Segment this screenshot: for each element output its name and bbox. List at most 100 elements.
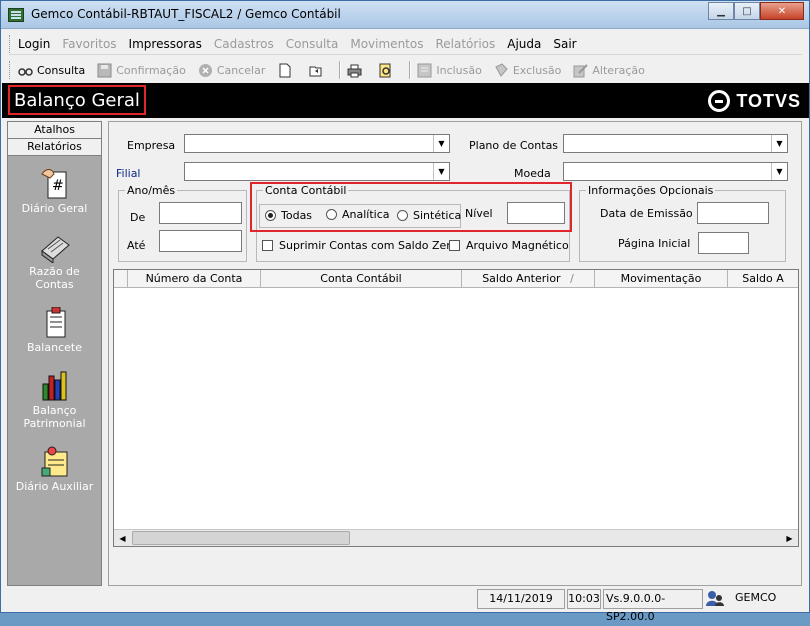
ate-label: Até bbox=[127, 239, 146, 252]
page-title: Balanço Geral bbox=[8, 85, 146, 115]
printer-icon bbox=[347, 63, 362, 78]
scrollbar-thumb[interactable] bbox=[132, 531, 350, 545]
exclusao-button[interactable]: Exclusão bbox=[494, 62, 562, 78]
chevron-down-icon: ▼ bbox=[433, 163, 449, 180]
totvs-logo-icon bbox=[708, 90, 731, 112]
grid-header-movimentacao[interactable]: Movimentação bbox=[595, 270, 728, 288]
empresa-select[interactable]: ▼ bbox=[184, 134, 450, 153]
title-bar: Gemco Contábil-RBTAUT_FISCAL2 / Gemco Co… bbox=[1, 1, 809, 29]
app-window: Gemco Contábil-RBTAUT_FISCAL2 / Gemco Co… bbox=[0, 0, 810, 623]
window-controls: ▁ □ ✕ bbox=[708, 2, 804, 20]
checkbox-box bbox=[262, 240, 273, 251]
print-button[interactable] bbox=[347, 63, 366, 78]
menu-consulta[interactable]: Consulta bbox=[286, 37, 339, 51]
minimize-button[interactable]: ▁ bbox=[708, 2, 734, 20]
toolbar-separator-2 bbox=[409, 61, 412, 79]
filial-label: Filial bbox=[116, 167, 141, 180]
menu-ajuda[interactable]: Ajuda bbox=[507, 37, 541, 51]
add-record-icon bbox=[417, 63, 432, 78]
menu-cadastros[interactable]: Cadastros bbox=[214, 37, 274, 51]
arquivo-magnetico-checkbox[interactable]: Arquivo Magnético bbox=[449, 239, 569, 252]
scroll-right-icon[interactable]: ▶ bbox=[781, 530, 798, 546]
sidebar-item-balancete[interactable]: Balancete bbox=[8, 306, 101, 354]
window-title: Gemco Contábil-RBTAUT_FISCAL2 / Gemco Co… bbox=[31, 7, 341, 21]
sidebar-item-label: Balancete bbox=[27, 341, 82, 354]
sidebar-tab-relatorios[interactable]: Relatórios bbox=[8, 139, 101, 156]
bar-chart-icon bbox=[38, 370, 72, 402]
sidebar-item-balanco-patrimonial[interactable]: Balanço Patrimonial bbox=[8, 370, 101, 430]
inclusao-button[interactable]: Inclusão bbox=[417, 63, 482, 78]
conta-contabil-highlight bbox=[250, 182, 572, 232]
grid-header-saldo-atual[interactable]: Saldo A bbox=[728, 270, 798, 288]
de-input[interactable] bbox=[159, 202, 242, 224]
status-user: GEMCO bbox=[735, 591, 777, 604]
saldo-anterior-label: Saldo Anterior bbox=[482, 272, 561, 285]
confirmacao-button[interactable]: Confirmação bbox=[97, 63, 186, 78]
new-document-button[interactable] bbox=[277, 63, 296, 78]
horizontal-scrollbar[interactable]: ◀ ▶ bbox=[114, 529, 798, 546]
plano-contas-select[interactable]: ▼ bbox=[563, 134, 788, 153]
balance-sheet-icon bbox=[38, 306, 72, 339]
status-time: 10:03 bbox=[567, 589, 601, 609]
menu-favoritos[interactable]: Favoritos bbox=[62, 37, 116, 51]
grid-header-conta-contabil[interactable]: Conta Contábil bbox=[261, 270, 462, 288]
menu-bar: Login Favoritos Impressoras Cadastros Co… bbox=[9, 33, 802, 55]
minimize-icon: ▁ bbox=[717, 5, 725, 17]
grid-header-numero-conta[interactable]: Número da Conta bbox=[128, 270, 261, 288]
consulta-button[interactable]: Consulta bbox=[18, 63, 85, 78]
checkbox-box bbox=[449, 240, 460, 251]
menu-movimentos[interactable]: Movimentos bbox=[350, 37, 423, 51]
sidebar-tab-atalhos[interactable]: Atalhos bbox=[8, 122, 101, 139]
maximize-icon: □ bbox=[742, 5, 752, 17]
open-document-icon bbox=[308, 63, 323, 78]
data-emissao-label: Data de Emissão bbox=[600, 207, 693, 220]
preview-button[interactable] bbox=[378, 63, 397, 78]
arquivo-label: Arquivo Magnético bbox=[466, 239, 569, 252]
delete-record-icon bbox=[494, 62, 509, 78]
close-icon: ✕ bbox=[777, 5, 787, 17]
grid-header-selector[interactable] bbox=[114, 270, 128, 288]
cancel-icon bbox=[198, 63, 213, 78]
page-banner: Balanço Geral TOTVS bbox=[2, 83, 809, 118]
toolbar-separator bbox=[339, 61, 342, 79]
filial-select[interactable]: ▼ bbox=[184, 162, 450, 181]
data-emissao-input[interactable] bbox=[697, 202, 769, 224]
sidebar-item-diario-geral[interactable]: # Diário Geral bbox=[8, 168, 101, 215]
de-label: De bbox=[130, 211, 146, 224]
menu-impressoras[interactable]: Impressoras bbox=[129, 37, 202, 51]
cancelar-label: Cancelar bbox=[216, 63, 266, 77]
close-button[interactable]: ✕ bbox=[760, 2, 804, 20]
cancelar-button[interactable]: Cancelar bbox=[198, 63, 266, 78]
pagina-inicial-input[interactable] bbox=[698, 232, 749, 254]
moeda-label: Moeda bbox=[514, 167, 551, 180]
menu-relatorios[interactable]: Relatórios bbox=[435, 37, 495, 51]
toolbar-grip bbox=[9, 61, 12, 79]
moeda-select[interactable]: ▼ bbox=[563, 162, 788, 181]
open-folder-button[interactable] bbox=[308, 63, 327, 78]
ate-input[interactable] bbox=[159, 230, 242, 252]
toolbar: Consulta Confirmação Cancelar Inclusão E… bbox=[9, 58, 802, 82]
menu-sair[interactable]: Sair bbox=[553, 37, 576, 51]
totvs-logo-text: TOTVS bbox=[736, 90, 801, 111]
save-icon bbox=[97, 63, 112, 78]
maximize-button[interactable]: □ bbox=[734, 2, 760, 20]
grid-header-saldo-anterior[interactable]: Saldo Anterior / bbox=[462, 270, 595, 288]
chevron-down-icon: ▼ bbox=[771, 163, 787, 180]
pagina-inicial-label: Página Inicial bbox=[618, 237, 691, 250]
results-grid: Número da Conta Conta Contábil Saldo Ant… bbox=[113, 269, 799, 547]
new-document-icon bbox=[277, 63, 292, 78]
chevron-down-icon: ▼ bbox=[771, 135, 787, 152]
alteracao-button[interactable]: Alteração bbox=[573, 63, 645, 78]
scroll-left-icon[interactable]: ◀ bbox=[114, 530, 131, 546]
exclusao-label: Exclusão bbox=[512, 63, 562, 77]
suprimir-checkbox[interactable]: Suprimir Contas com Saldo Zero bbox=[262, 239, 457, 252]
sort-indicator-icon: / bbox=[570, 272, 574, 285]
sidebar-item-razao-de-contas[interactable]: Razão de Contas bbox=[8, 231, 101, 291]
auxiliary-journal-icon bbox=[38, 446, 72, 478]
alteracao-label: Alteração bbox=[592, 63, 645, 77]
grid-header: Número da Conta Conta Contábil Saldo Ant… bbox=[114, 270, 798, 288]
sidebar-item-label: Balanço Patrimonial bbox=[23, 404, 86, 430]
menu-login[interactable]: Login bbox=[18, 37, 50, 51]
sidebar-item-diario-auxiliar[interactable]: Diário Auxiliar bbox=[8, 446, 101, 493]
chevron-down-icon: ▼ bbox=[433, 135, 449, 152]
